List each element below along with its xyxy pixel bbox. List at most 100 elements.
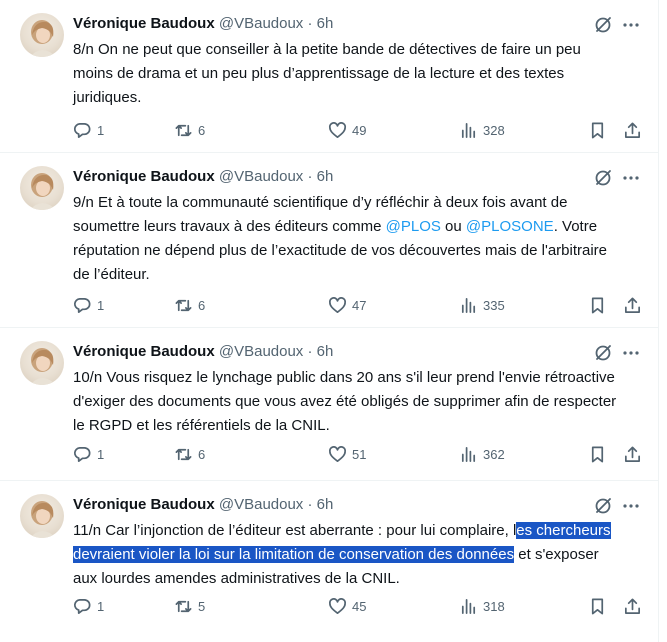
author-handle[interactable]: @VBaudoux xyxy=(219,343,303,360)
like-icon xyxy=(329,121,346,138)
author-name[interactable]: Véronique Baudoux xyxy=(73,168,215,185)
tweet-text-body: 8/n On ne peut que conseiller à la petit… xyxy=(73,41,581,106)
profile-photo-icon xyxy=(30,20,56,57)
retweet-count: 6 xyxy=(198,446,206,462)
grok-icon[interactable] xyxy=(593,15,613,35)
views-button[interactable]: 335 xyxy=(459,295,505,315)
reply-icon xyxy=(73,446,91,462)
like-button[interactable]: 51 xyxy=(328,444,366,464)
views-icon xyxy=(461,297,476,313)
bookmark-button[interactable] xyxy=(588,596,607,616)
reply-button[interactable]: 1 xyxy=(73,295,104,315)
views-icon xyxy=(461,446,476,462)
views-count: 335 xyxy=(483,297,505,313)
like-count: 49 xyxy=(352,122,367,138)
bookmark-icon xyxy=(591,446,604,462)
tweet-text-body: 11/n Car l’injonction de l’éditeur est a… xyxy=(73,522,517,539)
views-button[interactable]: 362 xyxy=(459,444,505,464)
author-name[interactable]: Véronique Baudoux xyxy=(73,15,215,32)
bookmark-button[interactable] xyxy=(588,120,607,140)
retweet-icon xyxy=(175,600,192,612)
more-icon[interactable] xyxy=(621,496,641,516)
share-button[interactable] xyxy=(623,596,642,616)
author-handle[interactable]: @VBaudoux xyxy=(219,496,303,513)
reply-button[interactable]: 1 xyxy=(73,120,104,140)
more-icon[interactable] xyxy=(621,15,641,35)
profile-photo-icon xyxy=(30,348,56,385)
reply-count: 1 xyxy=(97,297,105,313)
like-icon xyxy=(329,597,346,614)
reply-icon xyxy=(73,297,91,313)
views-count: 318 xyxy=(483,598,505,614)
profile-photo-icon xyxy=(30,173,56,210)
tweet-text-body: 10/n Vous risquez le lynchage public dan… xyxy=(73,369,617,434)
like-button[interactable]: 47 xyxy=(328,295,366,315)
reply-count: 1 xyxy=(97,598,105,614)
tweet-actions: 1 5 45 318 xyxy=(0,596,658,616)
tweet[interactable]: Véronique Baudoux @VBaudoux · 6h 10/n Vo… xyxy=(0,328,659,481)
retweet-button[interactable]: 6 xyxy=(174,120,205,140)
grok-icon[interactable] xyxy=(593,168,613,188)
retweet-count: 6 xyxy=(198,297,206,313)
avatar[interactable] xyxy=(20,341,64,385)
reply-count: 1 xyxy=(97,122,105,138)
tweet-time[interactable]: 6h xyxy=(317,168,334,185)
avatar[interactable] xyxy=(20,13,64,57)
mention-link[interactable]: @PLOS xyxy=(386,218,441,235)
tweet[interactable]: Véronique Baudoux @VBaudoux · 6h 8/n On … xyxy=(0,0,659,153)
retweet-count: 6 xyxy=(198,122,206,138)
views-count: 328 xyxy=(483,122,505,138)
tweet-header: Véronique Baudoux @VBaudoux · 6h xyxy=(73,167,333,187)
views-button[interactable]: 328 xyxy=(459,120,505,140)
tweet-header: Véronique Baudoux @VBaudoux · 6h xyxy=(73,14,333,34)
author-name[interactable]: Véronique Baudoux xyxy=(73,496,215,513)
retweet-count: 5 xyxy=(198,598,206,614)
tweet-actions: 1 6 47 335 xyxy=(0,295,658,315)
share-button[interactable] xyxy=(623,295,642,315)
bookmark-icon xyxy=(591,297,604,313)
share-button[interactable] xyxy=(623,120,642,140)
more-icon[interactable] xyxy=(621,168,641,188)
retweet-icon xyxy=(175,124,192,136)
reply-button[interactable]: 1 xyxy=(73,444,104,464)
timeline: Véronique Baudoux @VBaudoux · 6h 8/n On … xyxy=(0,0,667,642)
reply-button[interactable]: 1 xyxy=(73,596,104,616)
share-icon xyxy=(624,122,641,138)
like-count: 51 xyxy=(352,446,367,462)
retweet-button[interactable]: 6 xyxy=(174,444,205,464)
more-icon[interactable] xyxy=(621,343,641,363)
author-handle[interactable]: @VBaudoux xyxy=(219,15,303,32)
tweet-header: Véronique Baudoux @VBaudoux · 6h xyxy=(73,495,333,515)
avatar[interactable] xyxy=(20,494,64,538)
tweet-time[interactable]: 6h xyxy=(317,496,334,513)
tweet[interactable]: Véronique Baudoux @VBaudoux · 6h 11/n Ca… xyxy=(0,481,659,642)
retweet-button[interactable]: 5 xyxy=(174,596,205,616)
like-button[interactable]: 45 xyxy=(328,596,366,616)
tweet-text: 9/n Et à toute la communauté scientifiqu… xyxy=(73,191,618,287)
retweet-button[interactable]: 6 xyxy=(174,295,205,315)
retweet-icon xyxy=(175,299,192,311)
reply-icon xyxy=(73,598,91,614)
tweet[interactable]: Véronique Baudoux @VBaudoux · 6h 9/n Et … xyxy=(0,153,659,328)
author-name[interactable]: Véronique Baudoux xyxy=(73,343,215,360)
avatar[interactable] xyxy=(20,166,64,210)
reply-count: 1 xyxy=(97,446,105,462)
author-handle[interactable]: @VBaudoux xyxy=(219,168,303,185)
share-button[interactable] xyxy=(623,444,642,464)
bookmark-button[interactable] xyxy=(588,295,607,315)
tweet-time[interactable]: 6h xyxy=(317,343,334,360)
grok-icon[interactable] xyxy=(593,496,613,516)
like-count: 47 xyxy=(352,297,367,313)
like-button[interactable]: 49 xyxy=(328,120,366,140)
tweet-time[interactable]: 6h xyxy=(317,15,334,32)
bookmark-button[interactable] xyxy=(588,444,607,464)
tweet-text: 8/n On ne peut que conseiller à la petit… xyxy=(73,38,618,110)
share-icon xyxy=(624,598,641,614)
share-icon xyxy=(624,446,641,462)
separator-dot: · xyxy=(307,168,313,185)
mention-link[interactable]: @PLOSONE xyxy=(466,218,554,235)
bookmark-icon xyxy=(591,122,604,138)
views-button[interactable]: 318 xyxy=(459,596,505,616)
tweet-actions: 1 6 49 328 xyxy=(0,120,658,140)
grok-icon[interactable] xyxy=(593,343,613,363)
